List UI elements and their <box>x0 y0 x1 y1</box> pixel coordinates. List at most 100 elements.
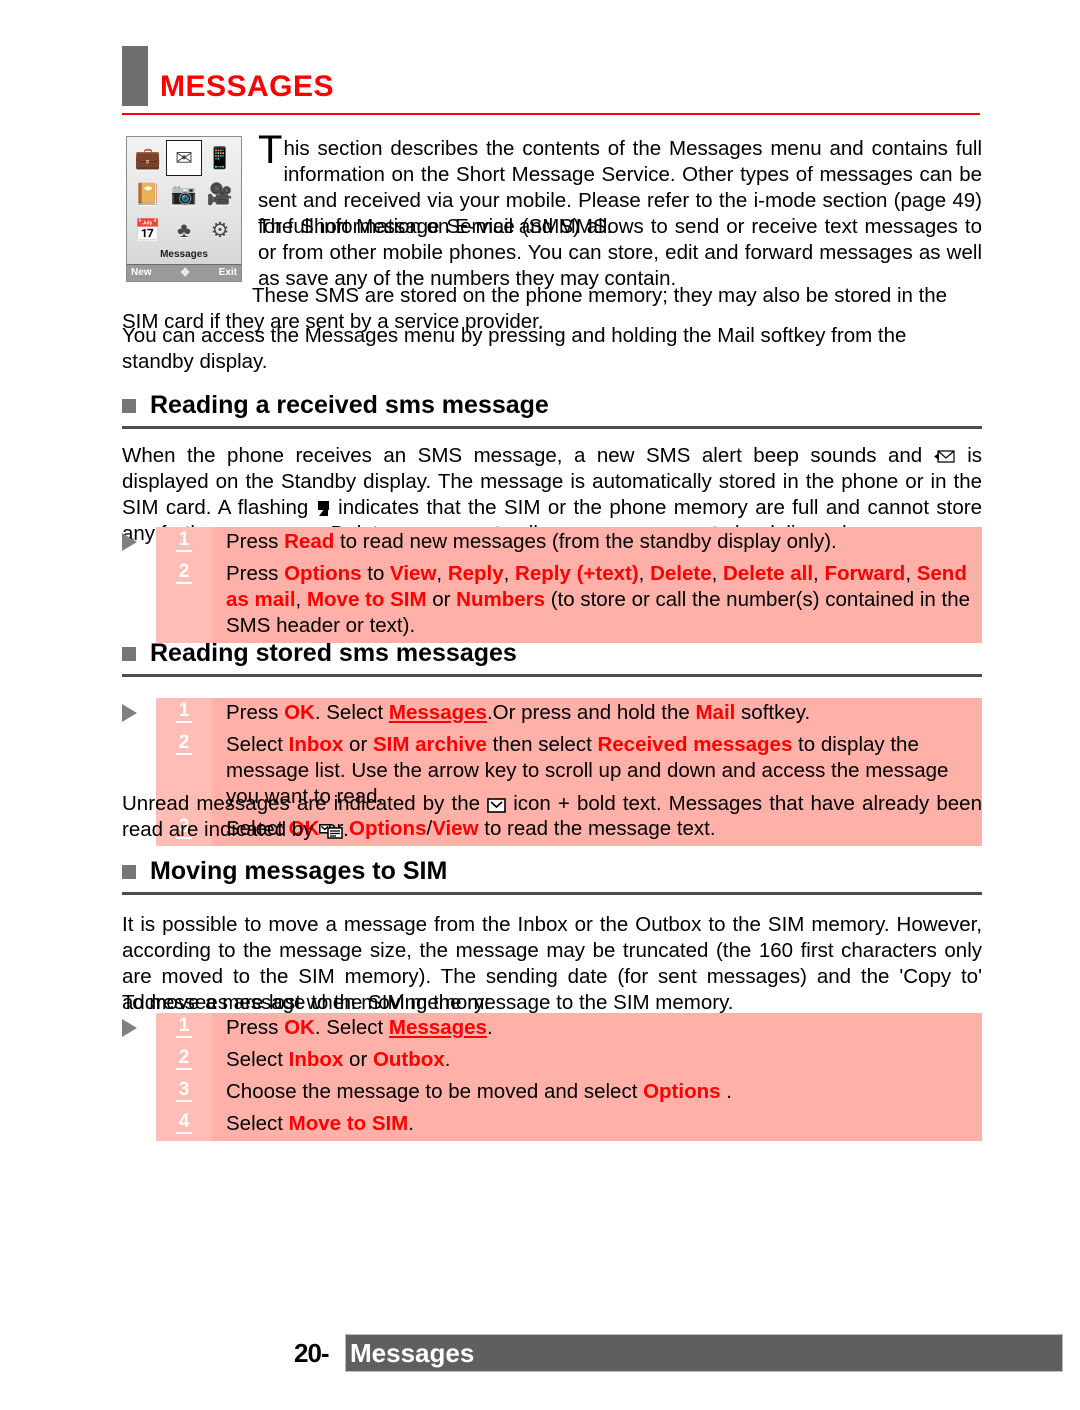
section-bullet-icon <box>122 398 136 413</box>
read-message-icon <box>319 823 343 839</box>
ui-term: View <box>390 562 437 585</box>
section3-heading: Moving messages to SIM <box>122 857 982 886</box>
ui-term: Inbox <box>288 733 344 756</box>
section2-after-pre: Unread messages are indicated by the <box>122 792 488 815</box>
section-reading-stored: Reading stored sms messages <box>122 639 982 677</box>
step-text-run: , <box>503 562 516 585</box>
section1-steps-box: 1 Press Read to read new messages (from t… <box>156 527 982 643</box>
step-list-arrow-icon <box>122 704 137 722</box>
step-number: 2 <box>156 1045 212 1077</box>
step-list-arrow-icon <box>122 1019 137 1037</box>
calendar-icon: 📅 <box>134 218 162 242</box>
section3-steps: 1 Press OK. Select Messages. 2 Select Inbox… <box>122 1013 982 1141</box>
games-icon: ♣ <box>177 218 191 242</box>
page-header: MESSAGES <box>122 46 982 118</box>
step-text-run: , <box>905 562 917 585</box>
step-text-run: . <box>408 1112 414 1135</box>
step-number: 2 <box>156 559 212 643</box>
step-text-run: Press <box>226 701 285 724</box>
step-text-run: , <box>711 562 723 585</box>
section1-divider <box>122 425 982 429</box>
footer-page-number: 20- <box>294 1338 330 1368</box>
section1-heading: Reading a received sms message <box>122 391 982 420</box>
step-row: 4 Select Move to SIM. <box>156 1109 982 1141</box>
step-text-run: Press <box>226 530 285 553</box>
step-text-run: . <box>444 1048 451 1071</box>
section-bullet-icon <box>122 646 136 661</box>
intro-paragraph-4: You can access the Messages menu by pres… <box>122 324 907 373</box>
phone-menu-screenshot: 💼 ✉ 📱 📔 📷 🎥 📅 ♣ ⚙ Messages New ✥ Exit <box>126 136 242 282</box>
step-text: Choose the message to be moved and selec… <box>212 1077 982 1109</box>
section2-heading: Reading stored sms messages <box>122 639 982 668</box>
ui-term: Forward <box>824 562 906 585</box>
section-moving-to-sim: Moving messages to SIM <box>122 857 982 895</box>
phone-softkey-left: New <box>131 267 152 278</box>
ui-term: Inbox <box>288 1048 344 1071</box>
ui-term: Options <box>284 562 362 585</box>
step-text-run: softkey. <box>735 701 811 724</box>
briefcase-icon: 💼 <box>134 146 162 170</box>
step-text-run: or <box>426 588 457 611</box>
step-text-run: to <box>361 562 391 585</box>
step-text: Press Read to read new messages (from th… <box>212 527 982 559</box>
step-text-run: , <box>436 562 448 585</box>
step-text: Select Move to SIM. <box>212 1109 982 1141</box>
section1-steps: 1 Press Read to read new messages (from t… <box>122 527 982 643</box>
ui-term-link[interactable]: Messages <box>389 701 487 724</box>
page-title: MESSAGES <box>160 70 335 103</box>
phone-icon-grid: 💼 ✉ 📱 📔 📷 🎥 📅 ♣ ⚙ <box>130 140 238 248</box>
envelope-icon: ✉ <box>166 140 202 176</box>
step-text: Press OK. Select Messages.Or press and h… <box>212 698 982 730</box>
ui-term: OK <box>284 701 315 724</box>
section1-title: Reading a received sms message <box>150 391 549 419</box>
step-text: Press Options to View, Reply, Reply (+te… <box>212 559 982 643</box>
step-text-run: .Or press and hold the <box>486 701 696 724</box>
step-number: 1 <box>156 698 212 730</box>
step-number: 1 <box>156 1013 212 1045</box>
notebook-icon: 📔 <box>134 182 162 206</box>
footer-section-label: Messages <box>350 1338 475 1368</box>
section3-divider <box>122 891 982 895</box>
section3-title: Moving messages to SIM <box>150 857 448 885</box>
nav-pad-icon: ✥ <box>180 266 190 279</box>
ui-term: Reply (+text) <box>515 562 639 585</box>
settings-icon: ⚙ <box>210 218 230 242</box>
ui-term: Numbers <box>456 588 546 611</box>
step-text-run: or <box>343 1048 373 1071</box>
section1-body-pre: When the phone receives an SMS message, … <box>122 444 934 467</box>
ui-term: Reply <box>447 562 504 585</box>
step-text-run: . Select <box>314 1016 389 1039</box>
phone-tools-icon: 📱 <box>206 146 234 170</box>
section2-after-post: . <box>343 818 349 841</box>
step-text-run: . <box>486 1016 493 1039</box>
step-text-run: . <box>720 1080 732 1103</box>
step-text-run: Press <box>226 562 285 585</box>
ui-term: Delete <box>650 562 712 585</box>
step-text-run: Press <box>226 1016 285 1039</box>
step-text-run: , <box>295 588 307 611</box>
ui-term-link[interactable]: Messages <box>389 1016 487 1039</box>
ui-term: Read <box>284 530 335 553</box>
step-text-run: Select <box>226 1048 289 1071</box>
ui-term: OK <box>284 1016 315 1039</box>
memory-full-icon <box>316 500 331 517</box>
step-text-run: then select <box>486 733 598 756</box>
step-text-run: , <box>638 562 651 585</box>
sms-envelope-arrow-icon <box>933 449 956 465</box>
step-text-run: to read new messages (from the standby d… <box>334 530 837 553</box>
step-text-run: Select <box>226 1112 289 1135</box>
step-row: 3 Choose the message to be moved and sele… <box>156 1077 982 1109</box>
page-footer: 20- Messages <box>122 1334 1063 1374</box>
section2-after-text: Unread messages are indicated by the ico… <box>122 791 982 843</box>
step-row: 1 Press Read to read new messages (from t… <box>156 527 982 559</box>
unread-message-icon <box>487 797 506 813</box>
ui-term: Delete all <box>723 562 814 585</box>
header-divider <box>122 113 980 115</box>
section2-title: Reading stored sms messages <box>150 639 517 667</box>
intro-paragraph-2: The Short Message Service (SMS) allows t… <box>258 215 982 290</box>
step-row: 2 Press Options to View, Reply, Reply (+t… <box>156 559 982 643</box>
section-reading-received: Reading a received sms message <box>122 391 982 429</box>
step-text-run: Choose the message to be moved and selec… <box>226 1080 644 1103</box>
step-number: 3 <box>156 1077 212 1109</box>
step-row: 1 Press OK. Select Messages.Or press and … <box>156 698 982 730</box>
